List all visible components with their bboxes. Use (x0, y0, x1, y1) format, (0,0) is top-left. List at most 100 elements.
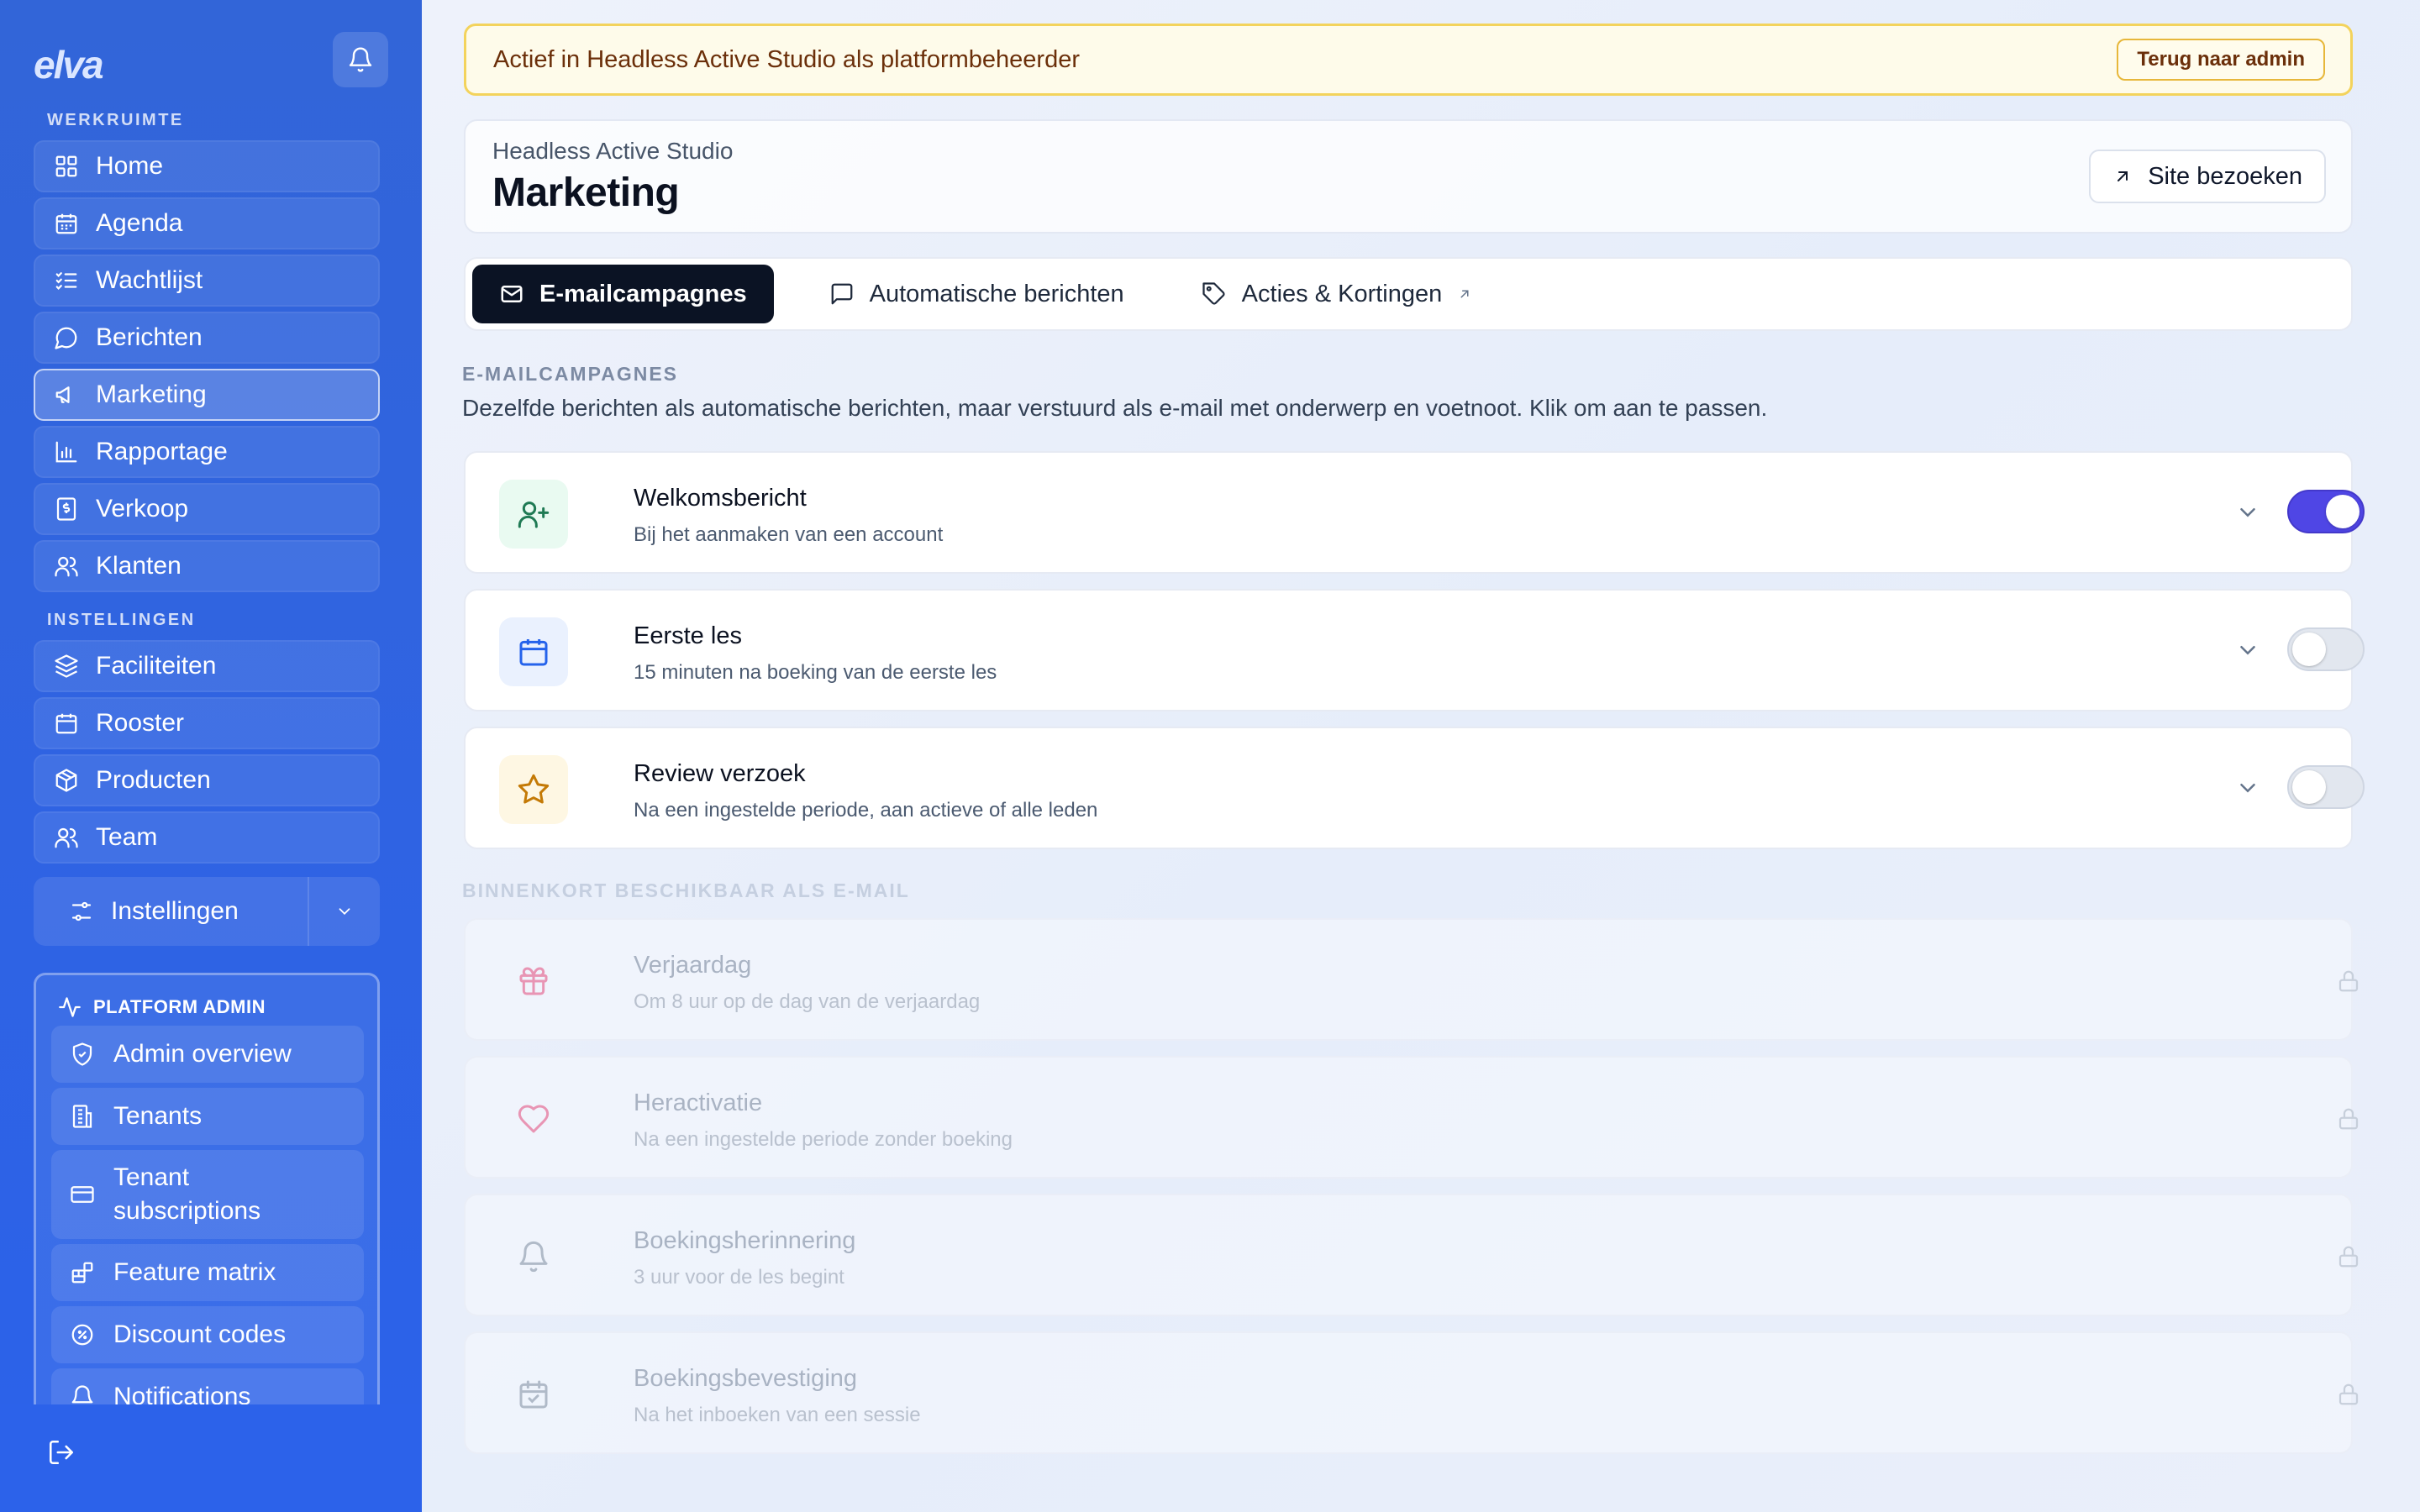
visit-site-label: Site bezoeken (2148, 162, 2302, 190)
campaign-title: Eerste les (634, 622, 742, 649)
banner-text: Actief in Headless Active Studio als pla… (493, 45, 1080, 73)
calendar-icon (55, 713, 77, 734)
sidebar-item-label: Verkoop (96, 495, 189, 522)
campaign-toggle[interactable] (2287, 490, 2365, 533)
lock-icon (2338, 970, 2359, 992)
feature-matrix-link[interactable]: Feature matrix (51, 1244, 364, 1301)
campaign-subtitle: Na het inboeken van een sessie (634, 1404, 921, 1426)
tenants-link[interactable]: Tenants (51, 1088, 364, 1145)
campaign-row-review-request[interactable]: Review verzoek Na een ingestelde periode… (464, 727, 2365, 849)
campaign-toggle[interactable] (2287, 627, 2365, 671)
sidebar-item-label: Berichten (96, 323, 203, 351)
megaphone-icon (55, 386, 70, 403)
star-icon (518, 774, 550, 804)
chevron-down-icon (339, 908, 350, 916)
back-to-admin-button[interactable]: Terug naar admin (2117, 39, 2325, 81)
expand-button[interactable] (2235, 775, 2260, 801)
expand-button[interactable] (2235, 500, 2260, 525)
tag-icon (1202, 282, 1225, 305)
elva-logo[interactable]: elva (34, 42, 104, 87)
tab-actions-discounts[interactable]: Acties & Kortingen (1180, 265, 1495, 323)
coming-soon-row-booking-reminder: Boekingsherinnering 3 uur voor de les be… (464, 1194, 2359, 1316)
settings-section-label: INSTELLINGEN (47, 611, 196, 629)
sidebar-item-wachtlijst[interactable]: Wachtlijst (34, 255, 380, 307)
campaigns-section-description: Dezelfde berichten als automatische beri… (462, 395, 1768, 421)
tab-label: E-mailcampagnes (539, 280, 747, 307)
sidebar-item-berichten[interactable]: Berichten (34, 312, 380, 364)
main-content: Actief in Headless Active Studio als pla… (422, 0, 2420, 1512)
campaign-row-welcome[interactable]: Welkomsbericht Bij het aanmaken van een … (464, 451, 2365, 574)
calendar-check-icon (519, 1380, 548, 1409)
campaign-icon-box (499, 755, 568, 824)
coming-soon-section-title: BINNENKORT BESCHIKBAAR ALS E-MAIL (462, 879, 910, 901)
campaign-subtitle: Bij het aanmaken van een account (634, 523, 944, 546)
settings-expand-button[interactable] (309, 902, 380, 921)
campaign-title: Boekingsherinnering (634, 1227, 856, 1254)
tab-bar: E-mailcampagnes Automatische berichten A… (464, 257, 2353, 331)
credit-card-icon (71, 1186, 94, 1203)
sidebar-item-rooster[interactable]: Rooster (34, 697, 380, 749)
logout-button[interactable] (47, 1438, 76, 1467)
sidebar-item-home[interactable]: Home (34, 140, 380, 192)
calendar-icon (55, 213, 77, 234)
lock-icon (2338, 1246, 2359, 1268)
sidebar-item-agenda[interactable]: Agenda (34, 197, 380, 249)
discount-codes-link[interactable]: Discount codes (51, 1306, 364, 1363)
platform-admin-header: PLATFORM ADMIN (58, 995, 266, 1019)
campaign-row-first-lesson[interactable]: Eerste les 15 minuten na boeking van de … (464, 589, 2365, 711)
sidebar-item-label: Agenda (96, 209, 183, 237)
coming-soon-row-booking-confirmation: Boekingsbevestiging Na het inboeken van … (464, 1331, 2359, 1454)
campaign-icon-box (499, 480, 568, 549)
lock-icon (2338, 1108, 2359, 1130)
sidebar-item-rapportage[interactable]: Rapportage (34, 426, 380, 478)
campaign-icon-box (499, 617, 568, 686)
package-icon (55, 769, 77, 792)
toggle-knob (2292, 633, 2326, 666)
sidebar-item-label: Klanten (96, 552, 182, 580)
pa-item-label: Tenant subscriptions (113, 1163, 261, 1225)
campaign-subtitle: 3 uur voor de les begint (634, 1266, 844, 1289)
campaign-title: Review verzoek (634, 760, 806, 787)
grid-icon (55, 155, 77, 177)
sidebar-item-klanten[interactable]: Klanten (34, 540, 380, 592)
sidebar-item-team[interactable]: Team (34, 811, 380, 864)
campaign-subtitle: Na een ingestelde periode zonder boeking (634, 1128, 1013, 1151)
sidebar: elva WERKRUIMTE Home Agenda Wachtlijst B… (0, 0, 422, 1512)
campaign-toggle[interactable] (2287, 765, 2365, 809)
sidebar-item-faciliteiten[interactable]: Faciliteiten (34, 640, 380, 692)
settings-toggle-button[interactable]: Instellingen (34, 877, 309, 946)
pa-item-label: Discount codes (113, 1320, 287, 1348)
sidebar-item-producten[interactable]: Producten (34, 754, 380, 806)
external-link-icon (1460, 290, 1469, 298)
tab-email-campaigns[interactable]: E-mailcampagnes (472, 265, 774, 323)
tab-label: Automatische berichten (869, 280, 1124, 307)
platform-admin-title: PLATFORM ADMIN (93, 996, 266, 1017)
chevron-down-icon (2240, 646, 2255, 655)
sidebar-item-label: Producten (96, 766, 211, 794)
pa-item-label: Admin overview (113, 1040, 292, 1068)
tenant-subscriptions-link[interactable]: Tenant subscriptions (51, 1150, 364, 1239)
page-title: Marketing (492, 171, 680, 215)
blocks-icon (71, 1262, 93, 1284)
tab-automatic-messages[interactable]: Automatische berichten (808, 265, 1146, 323)
campaign-subtitle: Na een ingestelde periode, aan actieve o… (634, 799, 1098, 822)
chevron-down-icon (2240, 784, 2255, 793)
message-circle-icon (55, 327, 77, 349)
sidebar-item-verkoop[interactable]: Verkoop (34, 483, 380, 535)
sidebar-item-label: Marketing (96, 381, 207, 408)
settings-group: Instellingen (34, 877, 380, 946)
campaign-title: Heractivatie (634, 1089, 763, 1116)
expand-button[interactable] (2235, 638, 2260, 663)
users-icon (55, 556, 78, 577)
notifications-button[interactable] (333, 32, 388, 87)
campaign-title: Boekingsbevestiging (634, 1365, 858, 1392)
sidebar-item-marketing[interactable]: Marketing (34, 369, 380, 421)
admin-overview-link[interactable]: Admin overview (51, 1026, 364, 1083)
receipt-icon (56, 497, 76, 521)
visit-site-button[interactable]: Site bezoeken (2089, 150, 2326, 203)
users-icon (55, 827, 78, 848)
campaign-title: Welkomsbericht (634, 485, 807, 512)
pa-item-label: Tenants (113, 1102, 203, 1130)
heart-icon (518, 1105, 550, 1133)
sidebar-item-label: Wachtlijst (96, 266, 203, 294)
